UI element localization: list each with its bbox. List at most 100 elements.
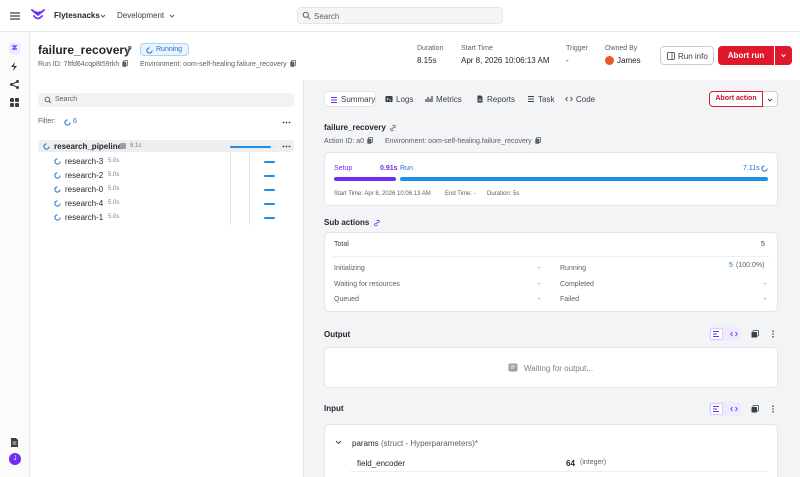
tab-metrics[interactable]: Metrics [425, 91, 467, 107]
list-icon [331, 96, 337, 103]
search-placeholder: Search [314, 11, 340, 21]
stat-failed-value: - [764, 296, 767, 303]
tab-code[interactable]: Code [565, 91, 597, 107]
spinner-icon [64, 118, 71, 126]
more-vertical-icon[interactable] [769, 405, 777, 413]
run-id: Run ID: 7ltfd64cqp8t59rkh [38, 60, 129, 68]
terminal-icon [385, 96, 393, 102]
link-icon[interactable] [389, 124, 397, 132]
run-info-label: Run info [678, 51, 708, 61]
spinner-icon [146, 46, 153, 54]
chevron-down-icon[interactable] [99, 12, 107, 20]
more-vertical-icon[interactable] [769, 330, 777, 338]
report-icon [477, 95, 483, 103]
tab-task[interactable]: Task [527, 91, 557, 107]
copy-icon[interactable] [751, 330, 759, 338]
stat-completed-label: Completed [560, 281, 594, 288]
start-time-label: Start Time [461, 45, 493, 52]
global-search-input[interactable]: Search [297, 7, 503, 24]
link-icon[interactable] [124, 45, 133, 54]
menu-icon[interactable] [9, 10, 21, 22]
tree-row-duration: 5.0s [108, 213, 120, 220]
tree-row[interactable]: research-1 5.0s [38, 211, 294, 223]
abort-run-button[interactable]: Abort run [718, 46, 774, 65]
search-icon [44, 96, 52, 104]
owner-label: Owned By [605, 45, 638, 52]
progress-bar [264, 216, 275, 219]
tab-label: Task [538, 94, 555, 104]
spinner-icon [54, 171, 61, 179]
spinner-icon [761, 165, 768, 172]
user-avatar[interactable]: J [9, 453, 21, 465]
abort-action-button[interactable]: Abort action [709, 91, 763, 107]
code-view-icon[interactable] [730, 405, 738, 413]
run-env-text: Environment: oom-self-healing.failure_re… [140, 61, 287, 68]
formatted-view-icon[interactable] [712, 330, 720, 338]
code-view-icon[interactable] [730, 330, 738, 338]
run-info-button[interactable]: Run info [660, 46, 714, 65]
chevron-down-icon[interactable] [168, 12, 176, 20]
status-text: Running [156, 46, 183, 53]
chevron-down-icon[interactable] [335, 439, 342, 446]
duration-meta: Duration: 5s [487, 191, 520, 197]
tab-reports[interactable]: Reports [476, 91, 518, 107]
search-icon [302, 11, 311, 20]
stat-waiting-label: Waiting for resources [334, 281, 400, 288]
tab-logs[interactable]: Logs [385, 91, 417, 107]
progress-bar [264, 174, 275, 177]
spinner-icon [54, 157, 61, 165]
project-selector[interactable]: Flytesnacks [54, 11, 100, 20]
tab-label: Logs [396, 94, 414, 104]
tree-root-row[interactable]: research_pipeline 8.1s [38, 140, 294, 152]
stat-completed-value: - [764, 281, 767, 288]
copy-icon[interactable] [122, 60, 129, 67]
run-title: failure_recovery [38, 43, 131, 57]
runs-icon[interactable] [9, 43, 20, 54]
apps-icon[interactable] [9, 97, 20, 108]
filter-count: 6 [73, 118, 77, 125]
flyte-logo-icon[interactable] [31, 8, 45, 22]
input-format-toggle[interactable] [709, 402, 741, 416]
owner-avatar [605, 56, 614, 65]
share-icon[interactable] [9, 79, 20, 90]
copy-icon[interactable] [534, 137, 541, 144]
more-options-icon[interactable] [282, 142, 291, 151]
abort-run-dropdown[interactable] [775, 46, 792, 65]
tab-label: Metrics [436, 94, 462, 104]
stat-waiting-value: - [538, 281, 541, 288]
bolt-icon[interactable] [9, 61, 20, 72]
more-options-icon[interactable] [282, 118, 291, 127]
output-format-toggle[interactable] [709, 327, 741, 341]
tree-search-placeholder: Search [55, 95, 78, 103]
tree-row[interactable]: research-4 5.0s [38, 197, 294, 209]
end-time-meta: End Time: - [445, 191, 476, 197]
spinner-icon [43, 142, 50, 150]
tab-summary[interactable]: Summary [324, 91, 376, 107]
run-id-text: Run ID: 7ltfd64cqp8t59rkh [38, 61, 120, 68]
info-panel-icon [667, 52, 675, 60]
sub-actions-card [324, 232, 778, 312]
field-name: field_encoder [357, 459, 406, 468]
tree-row[interactable]: research-3 5.0s [38, 155, 294, 167]
domain-selector[interactable]: Development [117, 11, 164, 20]
docs-icon[interactable] [9, 437, 20, 448]
stat-queued-value: - [538, 296, 541, 303]
abort-action-dropdown[interactable] [763, 91, 778, 107]
formatted-view-icon[interactable] [712, 405, 720, 413]
copy-icon[interactable] [751, 405, 759, 413]
output-waiting-text: Waiting for output... [524, 364, 594, 373]
tab-label: Summary [341, 95, 376, 104]
total-label: Total [334, 241, 349, 248]
progress-bar [264, 202, 275, 205]
tree-row[interactable]: research-0 5.0s [38, 183, 294, 195]
tree-row[interactable]: research-2 5.0s [38, 169, 294, 181]
tree-row-name: research-4 [65, 198, 104, 208]
copy-icon[interactable] [289, 60, 296, 67]
setup-value: 0.91s [380, 165, 398, 172]
progress-bar [264, 188, 275, 191]
copy-icon[interactable] [367, 137, 373, 144]
setup-bar [334, 177, 396, 181]
tree-search-input[interactable]: Search [38, 93, 294, 107]
link-icon[interactable] [373, 219, 381, 227]
tree-row-name: research-3 [65, 156, 104, 166]
